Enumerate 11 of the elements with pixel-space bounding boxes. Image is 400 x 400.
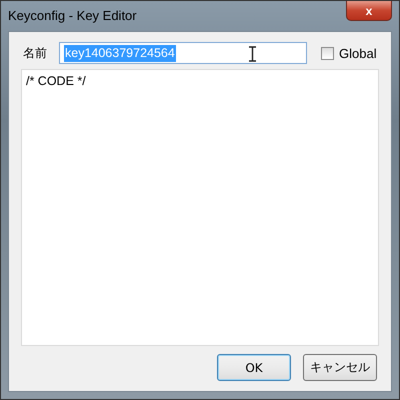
global-label: Global	[339, 46, 377, 60]
name-label: 名前	[23, 44, 48, 62]
text-cursor-icon	[249, 46, 256, 62]
ok-button[interactable]: OK	[217, 354, 291, 381]
code-editor[interactable]: /* CODE */	[21, 69, 379, 346]
global-checkbox[interactable]	[321, 46, 334, 60]
code-text: /* CODE */	[26, 74, 86, 88]
cancel-button[interactable]: キャンセル	[303, 354, 377, 381]
name-input-value: key1406379724564	[64, 44, 176, 62]
close-button[interactable]: x	[346, 1, 392, 21]
window-title: Keyconfig - Key Editor	[8, 8, 137, 23]
